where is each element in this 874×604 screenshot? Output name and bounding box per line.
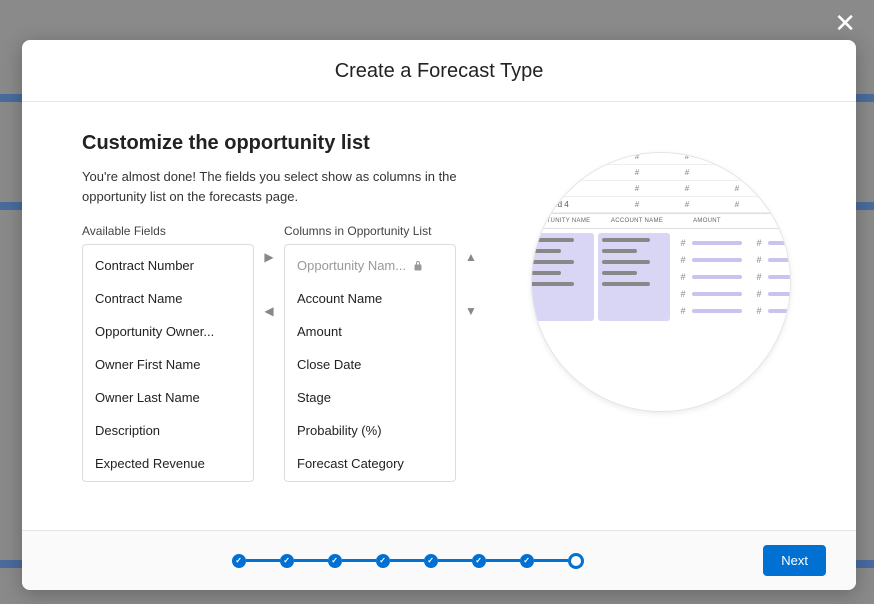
- next-button[interactable]: Next: [763, 545, 826, 576]
- close-icon[interactable]: ✕: [834, 8, 856, 39]
- modal-title: Create a Forecast Type: [22, 60, 856, 83]
- step-dot[interactable]: ✓: [328, 554, 342, 568]
- available-label: Available Fields: [82, 224, 254, 238]
- step-dot[interactable]: ✓: [376, 554, 390, 568]
- move-right-button[interactable]: ▶: [260, 248, 278, 266]
- list-item[interactable]: Forecast Category: [285, 447, 455, 480]
- page-description: You're almost done! The fields you selec…: [82, 167, 462, 206]
- move-up-button[interactable]: ▲: [462, 248, 480, 266]
- step-dot[interactable]: [568, 553, 584, 569]
- step-dot[interactable]: ✓: [424, 554, 438, 568]
- modal-header: Create a Forecast Type: [22, 40, 856, 102]
- dual-listbox: Available Fields Contract NumberContract…: [82, 224, 486, 482]
- list-item[interactable]: Opportunity Nam...: [285, 249, 455, 282]
- move-left-button[interactable]: ◀: [260, 302, 278, 320]
- lock-icon: [412, 260, 424, 272]
- step-dot[interactable]: ✓: [472, 554, 486, 568]
- modal-footer: ✓ ✓ ✓ ✓ ✓ ✓ ✓ Next: [22, 530, 856, 590]
- available-listbox[interactable]: Contract NumberContract NameOpportunity …: [82, 244, 254, 482]
- list-item[interactable]: Close Date: [285, 348, 455, 381]
- list-item[interactable]: Account Name: [285, 282, 455, 315]
- move-down-button[interactable]: ▼: [462, 302, 480, 320]
- list-item[interactable]: Expected Revenue: [83, 447, 253, 480]
- list-item[interactable]: Owner Last Name: [83, 381, 253, 414]
- progress-stepper: ✓ ✓ ✓ ✓ ✓ ✓ ✓: [52, 553, 763, 569]
- columns-label: Columns in Opportunity List: [284, 224, 456, 238]
- step-dot[interactable]: ✓: [232, 554, 246, 568]
- forecast-type-modal: Create a Forecast Type Customize the opp…: [22, 40, 856, 590]
- step-dot[interactable]: ✓: [280, 554, 294, 568]
- list-item[interactable]: Stage: [285, 381, 455, 414]
- list-item[interactable]: Amount: [285, 315, 455, 348]
- columns-listbox[interactable]: Opportunity Nam...Account NameAmountClos…: [284, 244, 456, 482]
- list-item[interactable]: Description: [83, 414, 253, 447]
- list-item[interactable]: Probability (%): [285, 414, 455, 447]
- list-item[interactable]: Owner First Name: [83, 348, 253, 381]
- list-item[interactable]: Opportunity Owner...: [83, 315, 253, 348]
- list-item[interactable]: Contract Name: [83, 282, 253, 315]
- list-item[interactable]: Contract Number: [83, 249, 253, 282]
- step-dot[interactable]: ✓: [520, 554, 534, 568]
- page-title: Customize the opportunity list: [82, 132, 486, 155]
- preview-image: ct Family B####Row 1####Row 2####> Perio…: [531, 152, 791, 412]
